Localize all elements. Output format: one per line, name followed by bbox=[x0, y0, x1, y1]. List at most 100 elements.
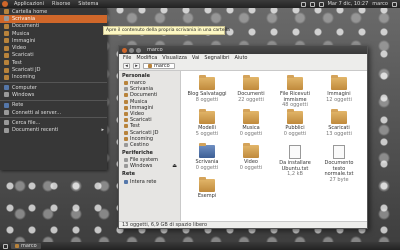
file-item[interactable]: Esempi bbox=[187, 177, 227, 200]
maximize-icon[interactable] bbox=[136, 47, 141, 53]
back-button[interactable]: ◂ bbox=[123, 63, 130, 69]
sidebar-item-label: Scaricati JD bbox=[130, 129, 159, 136]
network-icon[interactable] bbox=[300, 1, 306, 7]
drive-icon bbox=[4, 92, 9, 98]
folder-icon bbox=[15, 244, 19, 248]
clock[interactable]: Mar 7 dic, 10:27 bbox=[328, 1, 369, 7]
taskbar-window-marco[interactable]: marco bbox=[11, 243, 41, 249]
minimize-icon[interactable] bbox=[129, 47, 134, 53]
desktop-icon bbox=[4, 16, 9, 22]
file-info: 48 oggetti bbox=[282, 102, 308, 108]
folder-icon bbox=[4, 45, 9, 51]
folder-icon bbox=[287, 75, 303, 90]
menu-item-recent[interactable]: Documenti recenti ▸ bbox=[0, 126, 107, 133]
file-item[interactable]: Modelli 5 oggetti bbox=[187, 109, 227, 137]
network-icon bbox=[124, 179, 128, 184]
file-item[interactable]: Scaricati 13 oggetti bbox=[319, 109, 359, 137]
window-titlebar[interactable]: marco bbox=[119, 46, 367, 54]
folder-icon bbox=[199, 109, 215, 124]
folder-icon bbox=[124, 99, 128, 104]
file-item[interactable]: Immagini 12 oggetti bbox=[319, 75, 359, 103]
file-item[interactable]: Da installare Ubuntu.txt 1,2 kB bbox=[275, 145, 315, 178]
menu-item-label: Musica bbox=[12, 30, 30, 37]
menu-item-documents[interactable]: Documenti bbox=[0, 23, 107, 30]
folder-icon bbox=[4, 38, 9, 44]
text-file-icon bbox=[289, 145, 301, 159]
menu-modifica[interactable]: Modifica bbox=[136, 55, 157, 61]
menu-separator bbox=[0, 81, 107, 83]
sidebar-item-label: Immagini bbox=[130, 104, 154, 111]
menu-sistema[interactable]: Sistema bbox=[74, 1, 102, 7]
menu-item-label: Video bbox=[12, 45, 27, 52]
menu-file[interactable]: File bbox=[123, 55, 131, 61]
menu-item-network[interactable]: Rete bbox=[0, 102, 107, 109]
folder-icon bbox=[124, 118, 128, 123]
file-item[interactable]: Blog Salvataggi 8 oggetti bbox=[187, 75, 227, 103]
taskbar-label: marco bbox=[21, 243, 37, 249]
window-menubar: File Modifica Visualizza Vai Segnalibri … bbox=[119, 54, 367, 62]
show-desktop-icon[interactable] bbox=[3, 243, 8, 249]
forward-button[interactable]: ▸ bbox=[133, 63, 140, 69]
menu-item-pictures[interactable]: Immagini bbox=[0, 37, 107, 44]
trash-icon bbox=[124, 142, 128, 147]
menu-item-connect-server[interactable]: Connetti al server... bbox=[0, 109, 107, 116]
file-info: 5 oggetti bbox=[195, 130, 219, 137]
power-icon[interactable] bbox=[392, 1, 397, 7]
menu-item-search[interactable]: Cerca file... bbox=[0, 119, 107, 126]
folder-icon bbox=[243, 109, 259, 124]
sidebar-item-network[interactable]: Intera rete bbox=[119, 178, 180, 185]
mail-icon[interactable] bbox=[309, 1, 315, 7]
menu-visualizza[interactable]: Visualizza bbox=[162, 55, 187, 61]
menu-item-label: Incoming bbox=[12, 74, 36, 81]
folder-icon bbox=[4, 74, 9, 80]
breadcrumb[interactable]: marco bbox=[143, 63, 175, 69]
eject-icon[interactable]: ⏏ bbox=[172, 163, 180, 169]
menu-segnalibri[interactable]: Segnalibri bbox=[204, 55, 229, 61]
file-item[interactable]: File Ricevuti immisme 48 oggetti bbox=[275, 75, 315, 109]
file-item[interactable]: Video 0 oggetti bbox=[231, 143, 271, 171]
file-item[interactable]: Documenti 22 oggetti bbox=[231, 75, 271, 103]
folder-icon bbox=[4, 60, 9, 66]
server-icon bbox=[4, 110, 9, 115]
menu-item-music[interactable]: Musica bbox=[0, 30, 107, 37]
bottom-panel: marco bbox=[0, 242, 400, 250]
menu-item-label: Documenti bbox=[12, 23, 40, 30]
folder-icon bbox=[124, 124, 128, 129]
close-icon[interactable] bbox=[122, 47, 127, 53]
sidebar-header-personal: Personale bbox=[122, 73, 150, 79]
menu-item-windows[interactable]: Windows bbox=[0, 91, 107, 98]
folder-icon bbox=[4, 31, 9, 37]
computer-icon bbox=[4, 85, 9, 91]
menu-item-downloads-jd[interactable]: Scaricati JD bbox=[0, 66, 107, 73]
ubuntu-logo-icon[interactable] bbox=[2, 1, 8, 7]
file-item[interactable]: Musica 0 oggetti bbox=[231, 109, 271, 137]
folder-icon bbox=[124, 112, 128, 117]
menu-item-computer[interactable]: Computer bbox=[0, 84, 107, 91]
volume-icon[interactable] bbox=[318, 1, 324, 7]
sidebar-item-label: File system bbox=[130, 157, 159, 164]
file-info: 12 oggetti bbox=[326, 96, 352, 103]
menu-vai[interactable]: Vai bbox=[192, 55, 200, 61]
file-name: Documento testo normale.txt bbox=[324, 160, 354, 177]
menu-item-test[interactable]: Test bbox=[0, 59, 107, 66]
menu-aiuto[interactable]: Aiuto bbox=[234, 55, 247, 61]
menu-item-desktop[interactable]: Scrivania bbox=[0, 15, 107, 23]
file-item[interactable]: Scrivania 0 oggetti bbox=[187, 143, 227, 171]
folder-icon bbox=[124, 93, 128, 98]
menu-item-incoming[interactable]: Incoming bbox=[0, 74, 107, 81]
menu-separator bbox=[0, 117, 107, 119]
menu-applicazioni[interactable]: Applicazioni bbox=[10, 1, 48, 7]
menu-item-downloads[interactable]: Scaricati bbox=[0, 52, 107, 59]
sidebar-item-label: Test bbox=[130, 123, 140, 130]
menu-item-videos[interactable]: Video bbox=[0, 44, 107, 51]
file-item[interactable]: Pubblici 0 oggetti bbox=[275, 109, 315, 137]
status-bar: 13 oggetti, 6,9 GB di spazio libero bbox=[119, 221, 367, 228]
user-name[interactable]: marco bbox=[372, 1, 388, 7]
menu-item-label: Documenti recenti bbox=[12, 127, 59, 134]
file-info: 0 oggetti bbox=[239, 164, 263, 171]
menu-risorse[interactable]: Risorse bbox=[48, 1, 74, 7]
file-item[interactable]: Documento testo normale.txt 27 byte bbox=[319, 145, 359, 183]
file-info: 0 oggetti bbox=[239, 130, 263, 137]
top-panel: Applicazioni Risorse Sistema Mar 7 dic, … bbox=[0, 0, 400, 8]
menu-item-home[interactable]: Cartella home bbox=[0, 8, 107, 15]
